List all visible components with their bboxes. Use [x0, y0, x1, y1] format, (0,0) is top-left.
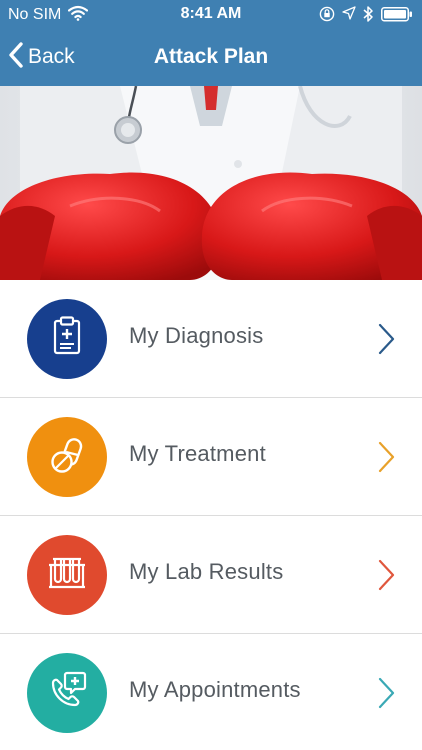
- menu-item-label: My Appointments: [129, 677, 301, 702]
- pills-icon: [45, 433, 89, 482]
- chevron-right-icon: [376, 558, 396, 597]
- hero-image: [0, 86, 422, 280]
- chevron-right-icon: [376, 676, 396, 715]
- chevron-right-icon: [376, 440, 396, 479]
- menu-item-lab-results[interactable]: My Lab Results: [0, 516, 422, 634]
- appointments-icon-circle: [27, 653, 107, 733]
- clipboard-medical-icon: [47, 315, 87, 364]
- menu-item-label: My Diagnosis: [129, 323, 264, 348]
- page-title: Attack Plan: [153, 45, 269, 68]
- treatment-icon-circle: [27, 417, 107, 497]
- navigation-bar: Back Attack Plan: [0, 30, 422, 86]
- lab-results-icon-circle: [27, 535, 107, 615]
- diagnosis-icon-circle: [27, 299, 107, 379]
- rotation-lock-icon: [319, 6, 335, 27]
- menu-item-label: My Lab Results: [129, 559, 284, 584]
- menu-item-treatment[interactable]: My Treatment: [0, 398, 422, 516]
- phone-medical-icon: [45, 669, 89, 718]
- test-tubes-icon: [45, 553, 89, 598]
- status-bar: No SIM 8:41 AM: [0, 0, 422, 30]
- menu-item-diagnosis[interactable]: My Diagnosis: [0, 280, 422, 398]
- chevron-right-icon: [376, 322, 396, 361]
- status-time: 8:41 AM: [180, 5, 242, 22]
- location-icon: [342, 6, 356, 25]
- menu-item-label: My Treatment: [129, 441, 266, 466]
- bluetooth-icon: [362, 5, 374, 28]
- attack-plan-menu: My Diagnosis My Treatment My Lab Results…: [0, 280, 422, 750]
- battery-icon: [381, 7, 413, 27]
- menu-item-appointments[interactable]: My Appointments: [0, 634, 422, 750]
- top-bar: No SIM 8:41 AM Back Attack Plan: [0, 0, 422, 86]
